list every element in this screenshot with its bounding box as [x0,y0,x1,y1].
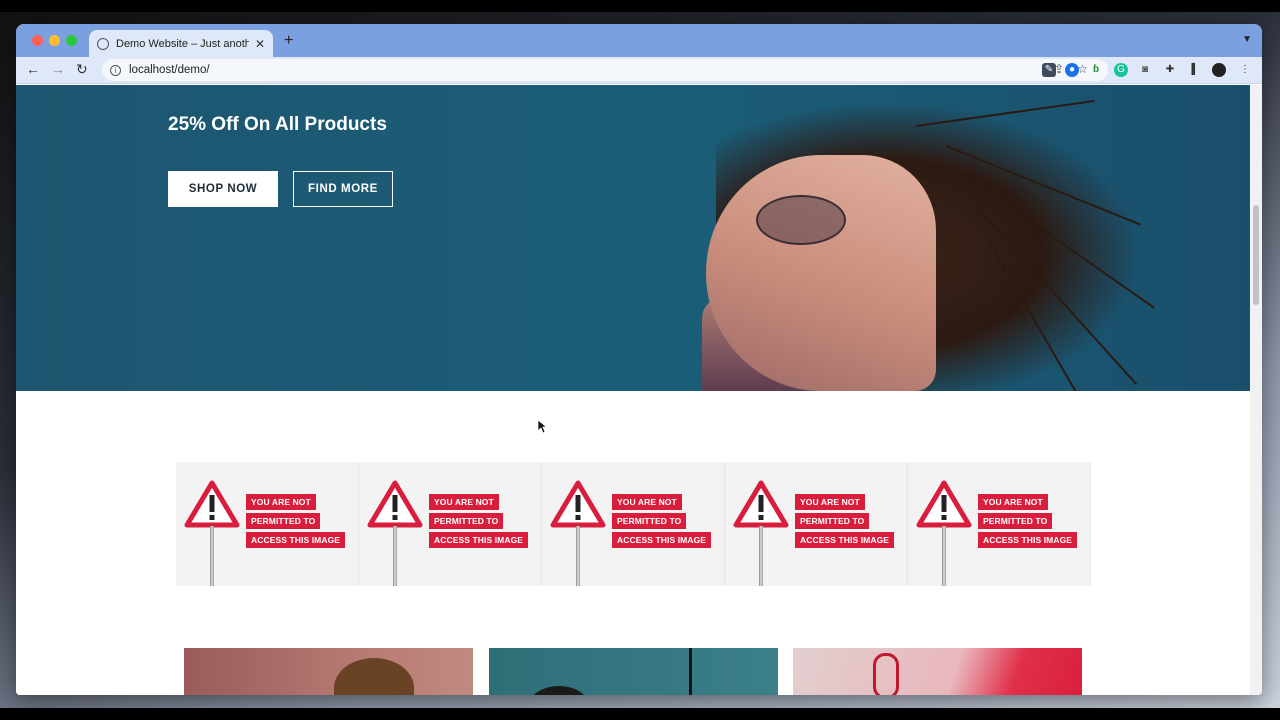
close-window-button[interactable] [32,35,43,46]
restricted-label-line3: ACCESS THIS IMAGE [429,532,529,548]
tab-demo-website[interactable]: Demo Website – Just another W ✕ [89,30,273,57]
sign-pole [210,526,214,586]
minimize-window-button[interactable] [49,35,60,46]
restricted-label-line1: YOU ARE NOT [795,494,865,510]
arrow-left-icon[interactable]: ← [26,61,40,77]
globe-icon [97,37,109,50]
tab-close-icon[interactable]: ✕ [255,37,265,51]
restricted-image: YOU ARE NOT PERMITTED TO ACCESS THIS IMAGE [176,462,359,586]
sign-pole [942,526,946,586]
hero-headline: 25% Off On All Products [168,114,387,135]
browser-window: Demo Website – Just another W ✕ + ▼ ← → … [16,24,1262,695]
extension-tools-icon[interactable]: ✎ [1042,63,1056,77]
sidebar-icon[interactable]: ▌ [1188,63,1202,77]
arrow-right-icon[interactable]: → [51,61,65,77]
restricted-label-line1: YOU ARE NOT [978,494,1048,510]
restricted-label-line2: PERMITTED TO [795,513,870,529]
warning-triangle-icon [550,480,606,528]
grammarly-icon[interactable]: G [1114,63,1128,77]
product-card[interactable] [793,648,1082,695]
restricted-label-line1: YOU ARE NOT [612,494,682,510]
address-bar[interactable]: i localhost/demo/ ⇪ ☆ [102,59,1108,81]
card-image-detail [689,648,692,695]
zoom-window-button[interactable] [66,35,77,46]
warning-triangle-icon [916,480,972,528]
restricted-label-line1: YOU ARE NOT [429,494,499,510]
restricted-label-line2: PERMITTED TO [246,513,321,529]
card-image-detail [529,686,589,695]
tab-title: Demo Website – Just another W [116,37,249,50]
product-card[interactable] [184,648,473,695]
sign-pole [759,526,763,586]
reload-icon[interactable]: ↻ [76,61,88,78]
hero-face [706,155,936,391]
restricted-label-line2: PERMITTED TO [429,513,504,529]
letterbox-bottom [0,708,1280,720]
hero-sunglasses [756,195,846,245]
find-more-button[interactable]: FIND MORE [293,171,393,207]
warning-triangle-icon [733,480,789,528]
restricted-image: YOU ARE NOT PERMITTED TO ACCESS THIS IMAGE [542,462,725,586]
sign-pole [576,526,580,586]
camera-icon[interactable]: ◙ [1138,63,1152,77]
warning-triangle-icon [184,480,240,528]
mouse-cursor-icon [537,419,547,434]
restricted-label-line3: ACCESS THIS IMAGE [612,532,712,548]
shop-now-button[interactable]: SHOP NOW [168,171,278,207]
avatar[interactable] [1212,63,1226,77]
restricted-label-line3: ACCESS THIS IMAGE [978,532,1078,548]
new-tab-button[interactable]: + [284,32,293,50]
letterbox-top [0,0,1280,12]
url-text[interactable]: localhost/demo/ [129,64,210,76]
restricted-label-line1: YOU ARE NOT [246,494,316,510]
puzzle-icon[interactable]: ✚ [1163,63,1177,77]
page-scrollbar[interactable] [1250,85,1262,695]
sign-pole [393,526,397,586]
extension-bee-icon[interactable]: ɓ [1089,63,1103,77]
product-card[interactable] [489,648,778,695]
restricted-image-strip: YOU ARE NOT PERMITTED TO ACCESS THIS IMAGE… [176,462,1091,586]
restricted-label-line2: PERMITTED TO [612,513,687,529]
info-icon[interactable]: i [110,64,121,76]
browser-toolbar: ← → ↻ i localhost/demo/ ⇪ ☆ ✎ ● ɓ G ◙ ✚ … [16,57,1262,84]
restricted-image: YOU ARE NOT PERMITTED TO ACCESS THIS IMAGE [359,462,542,586]
kebab-menu-icon[interactable]: ⋮ [1238,63,1252,77]
page-viewport: 25% Off On All Products SHOP NOW FIND MO… [16,85,1250,695]
tab-strip: Demo Website – Just another W ✕ + ▼ [16,24,1262,57]
restricted-label-line2: PERMITTED TO [978,513,1053,529]
restricted-label-line3: ACCESS THIS IMAGE [795,532,895,548]
card-image-detail [873,653,899,695]
chevron-down-icon[interactable]: ▼ [1242,34,1252,45]
scrollbar-thumb[interactable] [1253,205,1259,305]
restricted-image: YOU ARE NOT PERMITTED TO ACCESS THIS IMAGE [908,462,1091,586]
warning-triangle-icon [367,480,423,528]
extension-blue-icon[interactable]: ● [1065,63,1079,77]
restricted-label-line3: ACCESS THIS IMAGE [246,532,346,548]
hero-banner: 25% Off On All Products SHOP NOW FIND MO… [16,85,1250,391]
restricted-image: YOU ARE NOT PERMITTED TO ACCESS THIS IMAGE [725,462,908,586]
card-image-detail [334,658,414,695]
